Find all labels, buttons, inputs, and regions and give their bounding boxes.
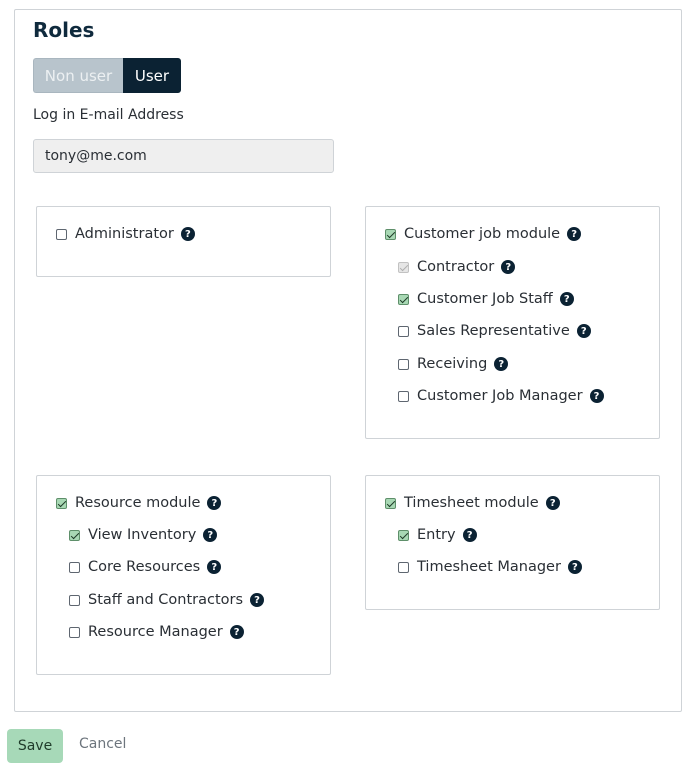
help-icon[interactable]: ?: [589, 389, 604, 403]
customer-job-module-row[interactable]: Customer job module ?: [385, 226, 582, 242]
entry-checkbox[interactable]: [398, 529, 409, 541]
resource-module-label: Resource module: [75, 495, 201, 511]
customer-job-manager-row[interactable]: Customer Job Manager ?: [398, 388, 604, 404]
staff-and-contractors-label: Staff and Contractors: [88, 592, 244, 608]
entry-label: Entry: [417, 527, 456, 543]
core-resources-row[interactable]: Core Resources ?: [69, 559, 222, 575]
view-inventory-row[interactable]: View Inventory ?: [69, 527, 218, 543]
help-icon[interactable]: ?: [229, 625, 244, 639]
contractor-row[interactable]: Contractor ?: [398, 259, 516, 275]
timesheet-manager-checkbox[interactable]: [398, 561, 409, 573]
help-icon[interactable]: ?: [576, 324, 591, 338]
help-icon[interactable]: ?: [494, 357, 509, 371]
view-inventory-label: View Inventory: [88, 527, 197, 543]
core-resources-label: Core Resources: [88, 559, 201, 575]
page-title: Roles: [33, 18, 95, 42]
contractor-label: Contractor: [417, 259, 495, 275]
entry-row[interactable]: Entry ?: [398, 527, 477, 543]
customer-job-module-checkbox[interactable]: [385, 228, 396, 240]
help-icon[interactable]: ?: [559, 292, 574, 306]
help-icon[interactable]: ?: [250, 593, 265, 607]
sales-representative-label: Sales Representative: [417, 323, 570, 339]
help-icon[interactable]: ?: [207, 496, 222, 510]
contractor-checkbox[interactable]: [398, 261, 409, 273]
view-inventory-checkbox[interactable]: [69, 529, 80, 541]
resource-module-checkbox[interactable]: [56, 497, 67, 509]
resource-manager-checkbox[interactable]: [69, 626, 80, 638]
receiving-label: Receiving: [417, 356, 488, 372]
customer-job-manager-label: Customer Job Manager: [417, 388, 583, 404]
user-type-toggle: Non user User: [33, 58, 181, 93]
core-resources-checkbox[interactable]: [69, 561, 80, 573]
help-icon[interactable]: ?: [567, 227, 582, 241]
help-icon[interactable]: ?: [207, 560, 222, 574]
help-icon[interactable]: ?: [545, 496, 560, 510]
administrator-checkbox[interactable]: [56, 228, 67, 240]
save-button[interactable]: Save: [7, 729, 63, 763]
customer-job-staff-label: Customer Job Staff: [417, 291, 553, 307]
customer-job-manager-checkbox[interactable]: [398, 390, 409, 402]
help-icon[interactable]: ?: [203, 528, 218, 542]
timesheet-module-row[interactable]: Timesheet module ?: [385, 495, 560, 511]
timesheet-module-checkbox[interactable]: [385, 497, 396, 509]
help-icon[interactable]: ?: [462, 528, 477, 542]
cancel-link[interactable]: Cancel: [79, 736, 126, 752]
receiving-checkbox[interactable]: [398, 358, 409, 370]
timesheet-manager-row[interactable]: Timesheet Manager ?: [398, 559, 582, 575]
non-user-option[interactable]: Non user: [33, 58, 123, 93]
user-option[interactable]: User: [123, 58, 181, 93]
customer-job-module-label: Customer job module: [404, 226, 561, 242]
help-icon[interactable]: ?: [567, 560, 582, 574]
customer-job-staff-row[interactable]: Customer Job Staff ?: [398, 291, 574, 307]
customer-job-staff-checkbox[interactable]: [398, 293, 409, 305]
resource-manager-label: Resource Manager: [88, 624, 223, 640]
staff-and-contractors-checkbox[interactable]: [69, 594, 80, 606]
sales-representative-row[interactable]: Sales Representative ?: [398, 323, 591, 339]
sales-representative-checkbox[interactable]: [398, 325, 409, 337]
administrator-label: Administrator: [75, 226, 174, 242]
resource-manager-row[interactable]: Resource Manager ?: [69, 624, 244, 640]
email-input[interactable]: [33, 139, 334, 173]
staff-and-contractors-row[interactable]: Staff and Contractors ?: [69, 592, 265, 608]
help-icon[interactable]: ?: [501, 260, 516, 274]
receiving-row[interactable]: Receiving ?: [398, 356, 509, 372]
administrator-row[interactable]: Administrator ?: [56, 226, 195, 242]
email-label: Log in E-mail Address: [33, 107, 184, 123]
resource-module-row[interactable]: Resource module ?: [56, 495, 222, 511]
timesheet-manager-label: Timesheet Manager: [417, 559, 561, 575]
timesheet-module-label: Timesheet module: [404, 495, 539, 511]
help-icon[interactable]: ?: [180, 227, 195, 241]
